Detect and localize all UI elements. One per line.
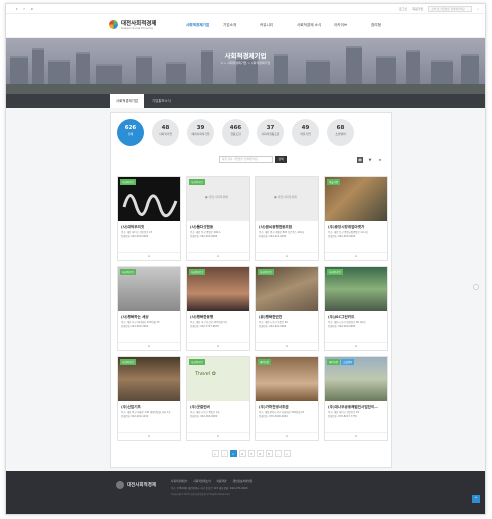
page-2[interactable]: 2 [238,450,246,457]
enterprise-card[interactable]: 마을기업 (주)중앙시장취업마켓가 주소: 대전 동구 중앙시장중앙로 10-1층… [324,176,388,261]
category-cooperative[interactable]: 466 협동조합 [222,119,249,146]
category-social[interactable]: 48 사회적기업 [152,119,179,146]
enterprise-grid: 사회적기업 (사)대덕우리것 주소: 대전 대덕구 신탄진로 23 전화번호: 04… [117,176,388,441]
nav-item-enterprises[interactable]: 사회적경제기업 [186,23,223,28]
footer-link-privacy[interactable]: 개인정보처리방침 [232,479,252,483]
home-icon[interactable]: ⌂ [256,252,318,258]
home-icon[interactable]: ⌂ [187,432,249,438]
logo-title: 대전사회적경제 [121,21,157,27]
page-title: 사회적경제기업 [224,52,267,60]
lang-toggle[interactable]: ▾ [16,7,18,11]
category-social-venture[interactable]: 68 소셜벤처 [327,119,354,146]
category-filter: 626 전체 48 사회적기업 39 예비사회적기업 466 협동조합 37 사회적협동조… [117,119,354,146]
nav-item-community[interactable]: 커뮤니티 [260,23,297,28]
nav-item-news[interactable]: 사회적경제 소식 [297,23,334,28]
filter-icon[interactable]: ▼ [367,157,373,163]
footer-link-terms[interactable]: 이용약관 [217,479,227,483]
main-nav: 사회적경제기업 기업소개 커뮤니티 사회적경제 소식 아카이브 참여형 [186,23,408,28]
nav-item-about[interactable]: 기업소개 [223,23,260,28]
utility-bar: ▾ f ⊕ 로그인 회원가입 검색 및 기업명을 검색해주세요 ⌕ [6,4,485,14]
list-search-input[interactable]: 회원 유사 기업명을 검색해주세요 [219,156,273,163]
top-search-input[interactable]: 검색 및 기업명을 검색해주세요 [428,6,473,12]
enterprise-card[interactable]: 사회적기업 (주)JSC그린키드 주소: 대전시 동구 대전천로 60 미2층 전화… [324,266,388,351]
main-header: 대전사회적경제 Daejeon Social Economy 사회적경제기업 기… [6,14,485,38]
list-search-button[interactable]: 검색 [275,156,287,163]
sub-tabs: 사회적경제기업 기업홍보소식 [6,94,485,108]
home-icon[interactable]: ⌂ [256,342,318,348]
enterprise-card[interactable]: 사회적기업 (주)산업기프 주소: 대전 중구 대흥로 140 맨하탄빌딩 지하 … [117,356,181,441]
enterprise-card[interactable]: ● 대전사회적경제 (사)꿈씨동행협동조합 주소: 대전 중구 계룡로 825 모… [255,176,319,261]
globe-icon[interactable]: ⊕ [31,7,34,11]
enterprise-card[interactable]: 사회적기업 (사)대덕우리것 주소: 대전 대덕구 신탄진로 23 전화번호: 04… [117,176,181,261]
tab-enterprise-news[interactable]: 기업홍보소식 [146,94,177,108]
logo-subtitle: Daejeon Social Economy [121,27,154,30]
footer-link-news[interactable]: 사회적경제소식 [193,479,210,483]
page-frame: ▾ f ⊕ 로그인 회원가입 검색 및 기업명을 검색해주세요 ⌕ 대전사회적경… [5,3,486,515]
category-village[interactable]: 49 마을기업 [292,119,319,146]
page-3[interactable]: 3 [247,450,255,457]
footer-address: 주소: [35240] 대전광역시 서구 둔산로 123 대표전화: 042-2… [171,487,248,490]
footer-link-about[interactable]: 사회적경제란? [171,479,187,483]
footer-links: 사회적경제란? 사회적경제소식 이용약관 개인정보처리방침 [171,479,252,483]
scroll-top-button[interactable]: ^ [472,495,480,503]
home-icon[interactable]: ⌂ [325,252,387,258]
logo-mark-icon [109,20,118,29]
home-icon[interactable]: ⌂ [187,252,249,258]
footer-logo-icon [116,481,124,489]
search-icon[interactable]: ⌕ [477,7,479,11]
page-first[interactable]: « [211,450,219,457]
enterprise-card[interactable]: 예비기업 (주)가하천생사조금 주소: 대전광역시 서구 유성대로 282번길 2… [255,356,319,441]
home-icon[interactable]: ⌂ [325,432,387,438]
page-1[interactable]: 1 [229,450,237,457]
category-social-coop[interactable]: 37 사회적협동조합 [257,119,284,146]
category-pre-social[interactable]: 39 예비사회적기업 [187,119,214,146]
hero-banner: 사회적경제기업 ⌂ > 사회적경제기업 > 사회적경제기업 [6,38,485,94]
category-all[interactable]: 626 전체 [117,119,144,146]
home-icon[interactable]: ⌂ [187,342,249,348]
home-icon[interactable]: ⌂ [118,342,180,348]
enterprise-card[interactable]: ● 대전사회적경제 사회적기업 (사)둘다섯협동 주소: 대전 동구 중앙로 200… [186,176,250,261]
enterprise-list-panel: 626 전체 48 사회적기업 39 예비사회적기업 466 협동조합 37 사회적협동조… [110,112,392,468]
enterprise-card[interactable]: 사회적기업 (유)행복한반찬 주소: 대전시 동구 동편로 82 전화번호: 042… [255,266,319,351]
enterprise-card[interactable]: Travel ✿ 사회적기업 (주)굿걸린버 주소: 대전시 동구 중앙로 2층 전화… [186,356,250,441]
home-icon[interactable]: ⌂ [118,252,180,258]
home-icon[interactable]: ⌂ [325,342,387,348]
list-search: 회원 유사 기업명을 검색해주세요 검색 [219,156,287,163]
pagination: « ‹ 1 2 3 4 5 › » [111,450,391,457]
home-icon[interactable]: ⌂ [118,432,180,438]
enterprise-card[interactable]: 사회적기업 (사)행복하는 세상 주소: 대전 서구 대덕대로 223번길 15 전… [117,266,181,351]
footer-copyright: Copyright 2019 대전사회적경제 All Rights Reserv… [171,493,230,496]
footer: 대전사회적경제 사회적경제란? 사회적경제소식 이용약관 개인정보처리방침 주소… [6,471,485,514]
list-view-icon[interactable]: ≡ [377,157,383,163]
enterprise-card[interactable]: 사회적기업 (사)행복한동행 주소: 대전 서구 둔산로 167번길 5층 전화번호… [186,266,250,351]
footer-logo: 대전사회적경제 [116,481,156,489]
signup-link[interactable]: 회원가입 [412,7,423,11]
nav-item-archive[interactable]: 아카이브 [334,23,371,28]
breadcrumb: ⌂ > 사회적경제기업 > 사회적경제기업 [220,61,271,65]
page-5[interactable]: 5 [265,450,273,457]
grid-view-icon[interactable]: ▦ [357,157,363,163]
site-logo[interactable]: 대전사회적경제 Daejeon Social Economy [109,19,156,30]
page-next[interactable]: › [274,450,282,457]
view-toggle: ▦ ▼ ≡ [357,157,383,163]
scroll-arrow-icon[interactable]: › [473,284,479,290]
login-link[interactable]: 로그인 [399,7,407,11]
page-prev[interactable]: ‹ [220,450,228,457]
enterprise-card[interactable]: 예비기업 소셜벤처 (주)대나무공동체법인사업단이… 주소: 대전 대덕구 신탄진로… [324,356,388,441]
page-4[interactable]: 4 [256,450,264,457]
nav-item-participate[interactable]: 참여형 [371,23,408,28]
page-last[interactable]: » [283,450,291,457]
tab-enterprises[interactable]: 사회적경제기업 [110,94,144,108]
facebook-icon[interactable]: f [24,7,25,11]
home-icon[interactable]: ⌂ [256,432,318,438]
